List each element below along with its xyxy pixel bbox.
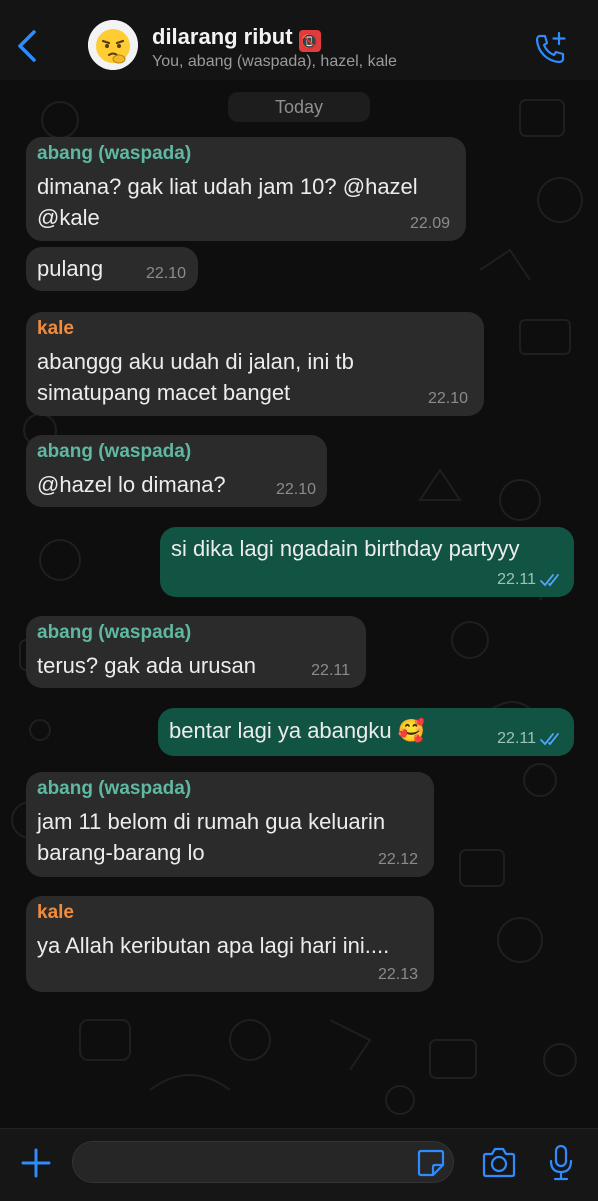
- message-text-line: barang-barang lo: [37, 840, 205, 865]
- message-sender: abang (waspada): [37, 778, 192, 799]
- message-text-line: simatupang macet banget: [37, 380, 291, 405]
- message-sender: abang (waspada): [37, 622, 192, 643]
- message-text-line: terus? gak ada urusan: [37, 653, 256, 678]
- add-call-icon[interactable]: [532, 30, 568, 66]
- microphone-icon[interactable]: [546, 1144, 576, 1182]
- message-text-line: @kale: [37, 205, 100, 230]
- read-receipt-double-check-icon: [540, 733, 559, 746]
- message-composer: [0, 1128, 598, 1201]
- message-bubble-incoming[interactable]: abang (waspada) @hazel lo dimana? 22.10: [26, 435, 327, 507]
- chat-header: dilarang ribut 📵 You, abang (waspada), ha…: [0, 0, 598, 81]
- message-bubble-outgoing[interactable]: si dika lagi ngadain birthday partyyy 22…: [160, 527, 574, 597]
- camera-icon[interactable]: [480, 1146, 518, 1180]
- message-timestamp: 22.13: [377, 966, 418, 983]
- group-avatar[interactable]: [88, 20, 138, 70]
- message-timestamp: 22.11: [311, 662, 350, 679]
- message-sender: abang (waspada): [37, 441, 192, 462]
- message-timestamp: 22.09: [409, 215, 450, 232]
- message-sender: kale: [37, 902, 74, 923]
- message-timestamp: 22.11: [497, 730, 536, 747]
- message-text-line: bentar lagi ya abangku 🥰: [169, 718, 426, 743]
- message-bubble-incoming[interactable]: pulang 22.10: [26, 247, 198, 291]
- read-receipt-double-check-icon: [540, 574, 559, 587]
- message-bubble-incoming[interactable]: abang (waspada) terus? gak ada urusan 22…: [26, 616, 366, 688]
- message-input[interactable]: [72, 1141, 454, 1183]
- no-phone-emoji: 📵: [298, 30, 321, 52]
- message-bubble-incoming[interactable]: abang (waspada) dimana? gak liat udah ja…: [26, 137, 466, 241]
- plus-icon[interactable]: [20, 1147, 52, 1179]
- message-text-line: pulang: [37, 256, 104, 281]
- sticker-icon[interactable]: [416, 1148, 446, 1178]
- message-timestamp: 22.11: [497, 571, 536, 588]
- message-text-line: @hazel lo dimana?: [37, 472, 226, 497]
- message-text-line: ya Allah keributan apa lagi hari ini....: [37, 933, 390, 958]
- message-sender: kale: [37, 318, 74, 339]
- message-timestamp: 22.10: [275, 481, 316, 498]
- group-members[interactable]: You, abang (waspada), hazel, kale: [152, 53, 397, 71]
- message-text-line: si dika lagi ngadain birthday partyyy: [171, 536, 520, 561]
- message-sender: abang (waspada): [37, 143, 192, 164]
- message-timestamp: 22.12: [377, 851, 418, 868]
- group-name[interactable]: dilarang ribut 📵: [152, 24, 321, 52]
- date-separator: Today: [228, 92, 370, 122]
- message-bubble-incoming[interactable]: abang (waspada) jam 11 belom di rumah gu…: [26, 772, 434, 877]
- group-name-text: dilarang ribut: [152, 24, 293, 49]
- message-bubble-outgoing[interactable]: bentar lagi ya abangku 🥰 22.11: [158, 708, 574, 756]
- message-bubble-incoming[interactable]: kale abanggg aku udah di jalan, ini tb s…: [26, 312, 484, 416]
- message-bubble-incoming[interactable]: kale ya Allah keributan apa lagi hari in…: [26, 896, 434, 992]
- message-timestamp: 22.10: [427, 390, 468, 407]
- chevron-left-icon[interactable]: [14, 28, 42, 64]
- message-text-line: dimana? gak liat udah jam 10? @hazel: [37, 174, 418, 199]
- message-text-line: jam 11 belom di rumah gua keluarin: [37, 809, 386, 834]
- message-text-line: abanggg aku udah di jalan, ini tb: [37, 349, 354, 374]
- message-timestamp: 22.10: [145, 265, 186, 282]
- chat-area[interactable]: Today abang (waspada) dimana? gak liat u…: [0, 80, 598, 1128]
